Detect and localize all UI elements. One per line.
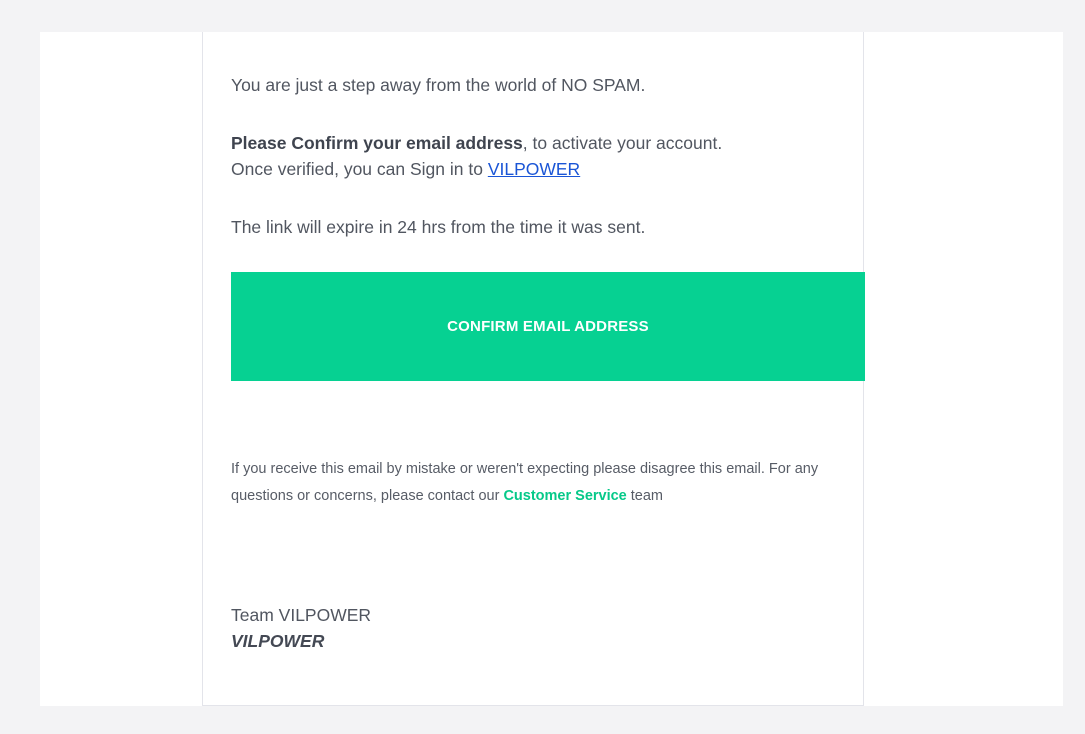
signature-brand: VILPOWER: [231, 631, 325, 651]
notice-suffix: team: [626, 488, 664, 504]
signature-team: Team VILPOWER: [231, 605, 372, 625]
confirm-rest: , to activate your account.: [522, 133, 723, 153]
signin-prefix: Once verified, you can Sign in to: [231, 159, 488, 179]
signature: Team VILPOWER VILPOWER: [231, 602, 371, 654]
confirm-instructions: Please Confirm your email address, to ac…: [231, 130, 851, 182]
confirm-emphasis: Please Confirm your email address: [231, 133, 523, 153]
email-card: You are just a step away from the world …: [202, 32, 865, 706]
vilpower-link[interactable]: VILPOWER: [488, 159, 580, 179]
expiry-text: The link will expire in 24 hrs from the …: [231, 217, 646, 237]
mistake-notice: If you receive this email by mistake or …: [231, 456, 841, 510]
intro-text: You are just a step away from the world …: [231, 75, 646, 95]
customer-service-link[interactable]: Customer Service: [503, 488, 626, 504]
confirm-email-button[interactable]: CONFIRM EMAIL ADDRESS: [231, 272, 865, 381]
